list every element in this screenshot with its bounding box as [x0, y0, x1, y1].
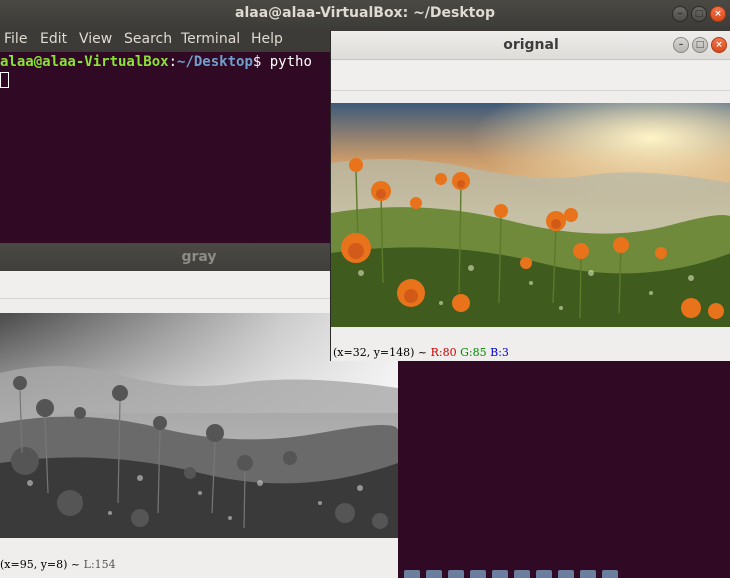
launcher-icon[interactable] — [470, 570, 486, 578]
launcher-icon[interactable] — [602, 570, 618, 578]
menu-search[interactable]: Search — [124, 31, 172, 47]
menu-help[interactable]: Help — [251, 31, 283, 47]
maximize-icon[interactable]: □ — [692, 37, 708, 53]
menu-view[interactable]: View — [79, 31, 112, 47]
close-icon[interactable]: × — [710, 6, 726, 22]
launcher-icon[interactable] — [536, 570, 552, 578]
original-status-red: R:80 — [430, 346, 457, 359]
launcher-icon[interactable] — [492, 570, 508, 578]
gray-status-luminance: L:154 — [83, 558, 116, 571]
maximize-icon[interactable]: □ — [691, 6, 707, 22]
prompt-separator: : — [168, 54, 178, 70]
launcher-icon[interactable] — [558, 570, 574, 578]
original-window[interactable]: orignal – □ × (x=32, y=148) ~ R:80 G:85 … — [330, 31, 730, 361]
menu-terminal[interactable]: Terminal — [181, 31, 240, 47]
original-titlebar[interactable]: orignal – □ × — [331, 31, 730, 60]
launcher-icon[interactable] — [404, 570, 420, 578]
original-toolbar — [331, 61, 730, 91]
minimize-icon[interactable]: – — [672, 6, 688, 22]
terminal-titlebar[interactable]: alaa@alaa-VirtualBox: ~/Desktop – □ × — [0, 0, 730, 28]
close-icon[interactable]: × — [711, 37, 727, 53]
launcher-icon[interactable] — [514, 570, 530, 578]
color-image[interactable] — [331, 103, 730, 327]
gray-status-coords: (x=95, y=8) ~ — [0, 558, 84, 571]
menu-file[interactable]: File — [4, 31, 27, 47]
original-status-blue: B:3 — [490, 346, 509, 359]
original-status-coords: (x=32, y=148) ~ — [333, 346, 431, 359]
minimize-icon[interactable]: – — [673, 37, 689, 53]
original-status-green: G:85 — [460, 346, 487, 359]
terminal-title: alaa@alaa-VirtualBox: ~/Desktop — [235, 5, 495, 21]
prompt-user: alaa@alaa-VirtualBox — [0, 54, 169, 70]
prompt-symbol: $ — [252, 54, 270, 70]
command-text: pytho — [269, 54, 312, 70]
launcher-icon[interactable] — [580, 570, 596, 578]
menu-edit[interactable]: Edit — [40, 31, 67, 47]
terminal-cursor-icon — [0, 72, 9, 88]
original-status-bar: (x=32, y=148) ~ R:80 G:85 B:3 — [333, 346, 509, 359]
gray-status-bar: (x=95, y=8) ~ L:154 — [0, 558, 116, 578]
launcher-icon[interactable] — [426, 570, 442, 578]
original-window-title: orignal — [503, 37, 559, 53]
prompt-path: ~/Desktop — [177, 54, 253, 70]
launcher-icon[interactable] — [448, 570, 464, 578]
launcher-strip — [400, 570, 730, 578]
prompt-line: alaa@alaa-VirtualBox:~/Desktop$ pytho — [0, 54, 312, 70]
